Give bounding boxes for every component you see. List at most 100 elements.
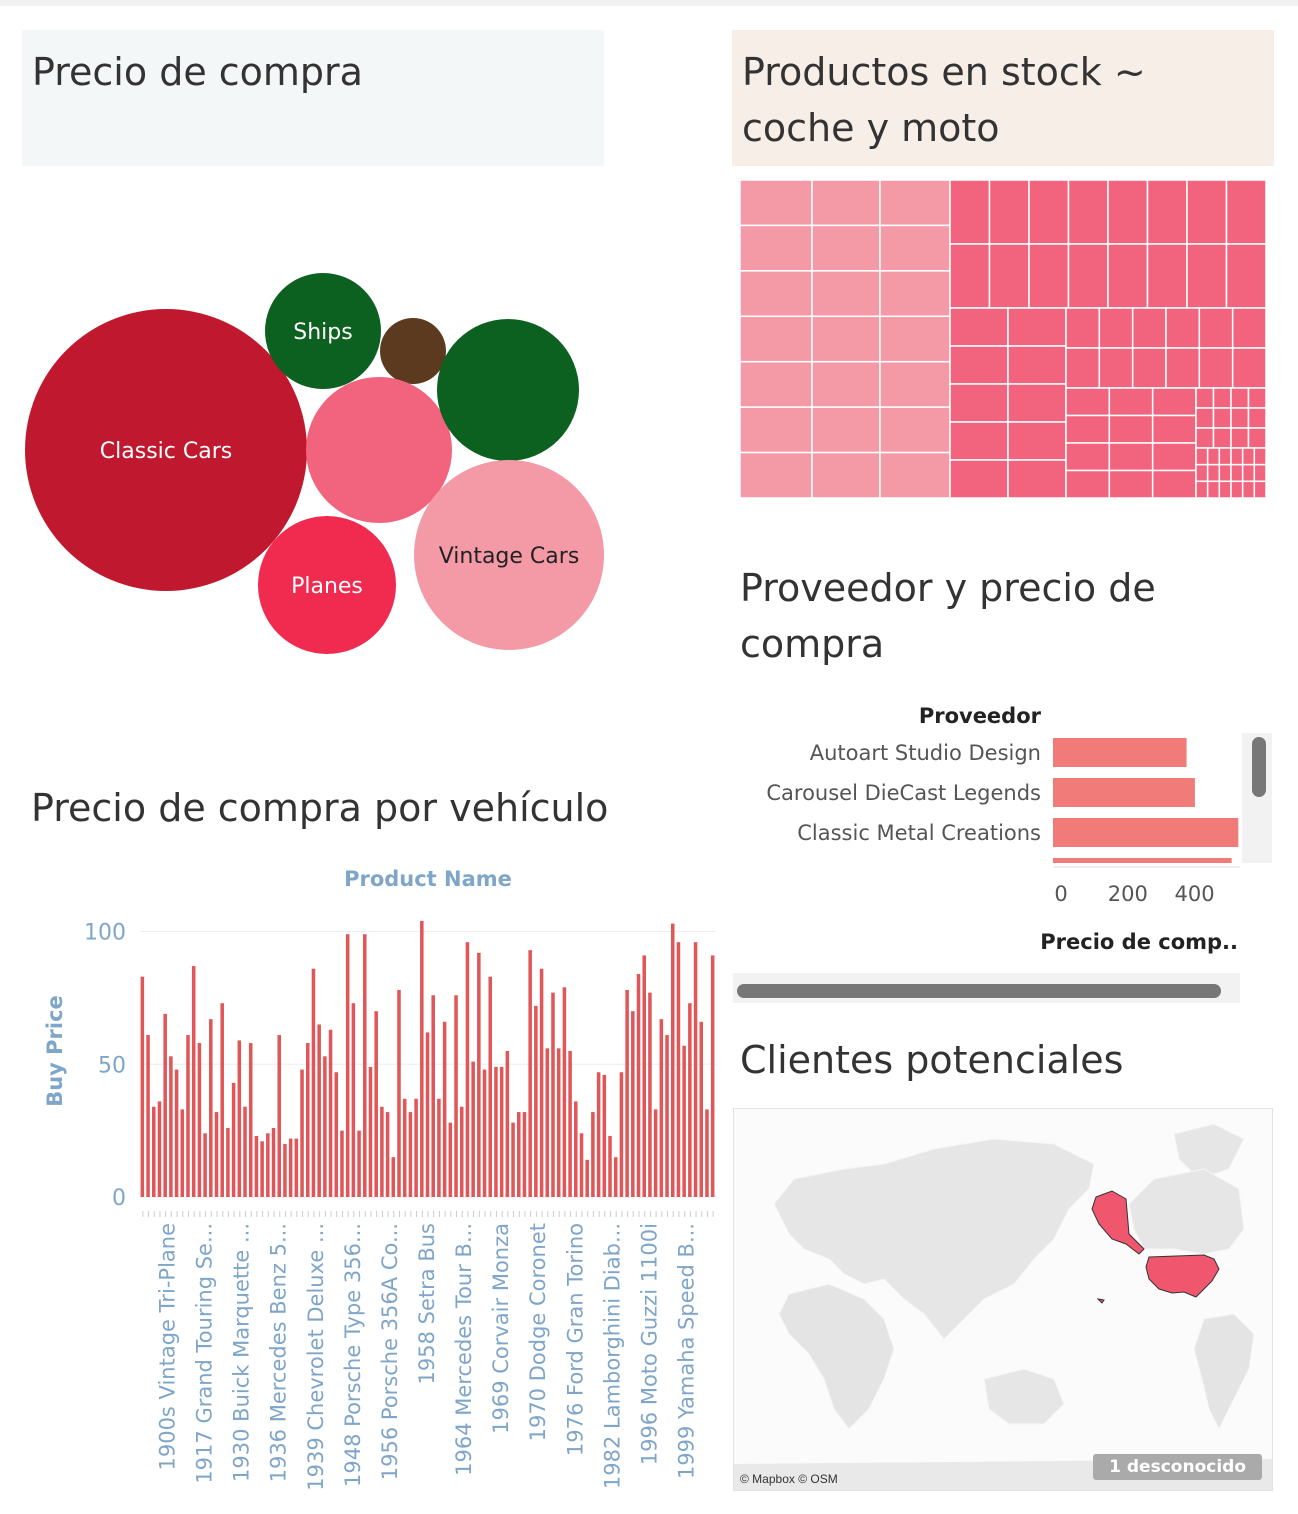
treemap-cell-66 xyxy=(1108,469,1154,498)
vehicle-bar-34 xyxy=(334,1072,339,1197)
treemap-cell-42 xyxy=(1007,307,1067,347)
vendor-label-1: Carousel DieCast Legends xyxy=(766,781,1041,805)
vehicle-bar-74 xyxy=(562,987,567,1197)
treemap-cell-43 xyxy=(1007,345,1067,385)
vehicle-bar-58 xyxy=(471,1061,475,1197)
treemap-cell-65 xyxy=(1108,442,1154,472)
treemap-cell-82 xyxy=(1247,427,1266,449)
vehicle-bar-3 xyxy=(157,1101,162,1197)
vehicle-bar-99 xyxy=(705,1109,709,1197)
treemap-cell-91 xyxy=(1218,480,1232,498)
vehicle-bar-7 xyxy=(180,1109,185,1197)
vehicle-bar-92 xyxy=(665,1035,669,1197)
vehicle-bar-40 xyxy=(368,1066,373,1197)
treemap-cell-47 xyxy=(1065,307,1101,349)
treemap-cell-90 xyxy=(1218,463,1232,483)
treemap-cell-18 xyxy=(879,360,951,408)
vehicle-bar-43 xyxy=(385,1112,390,1197)
vehicle-bar-23 xyxy=(271,1127,276,1197)
treemap-cell-38 xyxy=(949,345,1009,385)
vendor-label-2: Classic Metal Creations xyxy=(797,821,1041,845)
treemap-cell-3 xyxy=(740,315,813,363)
vehicle-bar-46 xyxy=(402,1098,407,1197)
treemap-cell-23 xyxy=(1028,180,1070,245)
vehicle-ytick-1: 50 xyxy=(98,1053,126,1078)
vehicle-bar-67 xyxy=(522,1112,527,1197)
vendor-header: Proveedor xyxy=(919,704,1042,728)
vendor-xtick-0: 0 xyxy=(1054,882,1067,906)
vehicle-bar-11 xyxy=(203,1133,207,1197)
bubble-label-1: Ships xyxy=(293,320,352,345)
vehicle-bar-39 xyxy=(363,934,367,1197)
vendor-panel-title: Proveedor y precio de compra xyxy=(740,560,1260,672)
treemap-cell-35 xyxy=(1186,243,1228,309)
vehicle-xlabel-6: 1956 Porsche 356A Co... xyxy=(378,1223,402,1480)
treemap-cell-95 xyxy=(1241,447,1256,466)
vendor-bar-chart[interactable]: Proveedor Autoart Studio Design Carousel D… xyxy=(730,695,1275,1005)
treemap-cell-0 xyxy=(740,180,813,227)
treemap-cell-87 xyxy=(1206,463,1221,483)
vehicle-bar-14 xyxy=(220,1003,224,1197)
treemap-cell-68 xyxy=(1151,414,1197,444)
treemap-cell-41 xyxy=(949,459,1009,498)
treemap-cell-84 xyxy=(1195,463,1209,483)
vehicle-xlabel-4: 1939 Chevrolet Deluxe ... xyxy=(304,1223,328,1491)
treemap-cell-16 xyxy=(879,270,951,318)
treemap-cell-100 xyxy=(1253,480,1266,498)
vehicle-xlabel-13: 1996 Moto Guzzi 1100i xyxy=(637,1223,661,1465)
vehicle-bar-68 xyxy=(528,950,532,1197)
treemap-cell-36 xyxy=(1225,243,1266,309)
treemap-cell-32 xyxy=(1067,243,1109,309)
treemap-cell-89 xyxy=(1218,447,1232,466)
vehicle-bar-33 xyxy=(328,1029,333,1197)
treemap-cell-34 xyxy=(1146,243,1188,309)
vehicle-bar-70 xyxy=(539,968,544,1197)
vehicle-bar-12 xyxy=(209,1019,213,1197)
vehicle-bar-53 xyxy=(442,1021,447,1197)
treemap-cell-74 xyxy=(1212,387,1232,409)
vehicle-bar-29 xyxy=(305,1043,310,1197)
bubble-chart: Classic Cars Ships Planes Vintage Cars xyxy=(25,273,604,654)
unknown-location-badge[interactable]: 1 desconocido xyxy=(1093,1454,1262,1480)
vehicle-bar-47 xyxy=(408,1112,413,1197)
vehicle-bar-90 xyxy=(653,1109,658,1197)
vehicle-bar-55 xyxy=(454,995,458,1197)
vehicle-bar-87 xyxy=(636,974,641,1197)
vehicle-bar-8 xyxy=(186,1035,190,1197)
vehicle-column-header: Product Name xyxy=(344,867,512,891)
treemap-cell-29 xyxy=(949,243,991,309)
vehicle-bar-76 xyxy=(574,1101,578,1197)
treemap-cell-26 xyxy=(1146,180,1188,245)
vehicle-bar-0 xyxy=(140,976,145,1197)
bubble-2 xyxy=(380,318,446,384)
vendor-hscroll-thumb xyxy=(737,984,1221,998)
treemap-cell-52 xyxy=(1131,347,1167,389)
treemap-cell-21 xyxy=(949,180,991,245)
bubble-label-5: Planes xyxy=(291,574,363,599)
vehicle-bar-83 xyxy=(613,1157,618,1197)
treemap-cell-45 xyxy=(1007,421,1067,461)
customer-map[interactable]: © Mapbox © OSM 1 desconocido xyxy=(733,1108,1273,1491)
bubble-panel-title: Precio de compra xyxy=(22,30,604,166)
vehicle-bar-17 xyxy=(237,1040,242,1197)
treemap-cell-44 xyxy=(1007,383,1067,423)
vendor-vscroll-thumb xyxy=(1252,737,1266,797)
treemap-cell-58 xyxy=(1231,347,1266,389)
vehicle-bar-44 xyxy=(391,1157,396,1197)
treemap-cell-19 xyxy=(879,406,951,454)
treemap-cell-88 xyxy=(1206,480,1221,498)
vehicle-bar-88 xyxy=(642,955,646,1197)
treemap-cell-72 xyxy=(1195,407,1215,429)
vehicle-xlabel-0: 1900s Vintage Tri-Plane xyxy=(156,1223,180,1471)
treemap-cell-50 xyxy=(1098,347,1134,389)
vehicle-bar-28 xyxy=(300,1069,304,1197)
vehicle-bar-89 xyxy=(648,992,652,1197)
treemap-cell-86 xyxy=(1206,447,1221,466)
vehicle-bar-1 xyxy=(146,1035,150,1197)
treemap-cell-4 xyxy=(740,360,813,408)
treemap-cell-70 xyxy=(1151,469,1197,498)
vehicle-bar-21 xyxy=(260,1141,264,1197)
treemap-cell-55 xyxy=(1198,307,1234,349)
treemap-cell-10 xyxy=(811,315,881,363)
vehicle-bar-72 xyxy=(551,992,555,1197)
